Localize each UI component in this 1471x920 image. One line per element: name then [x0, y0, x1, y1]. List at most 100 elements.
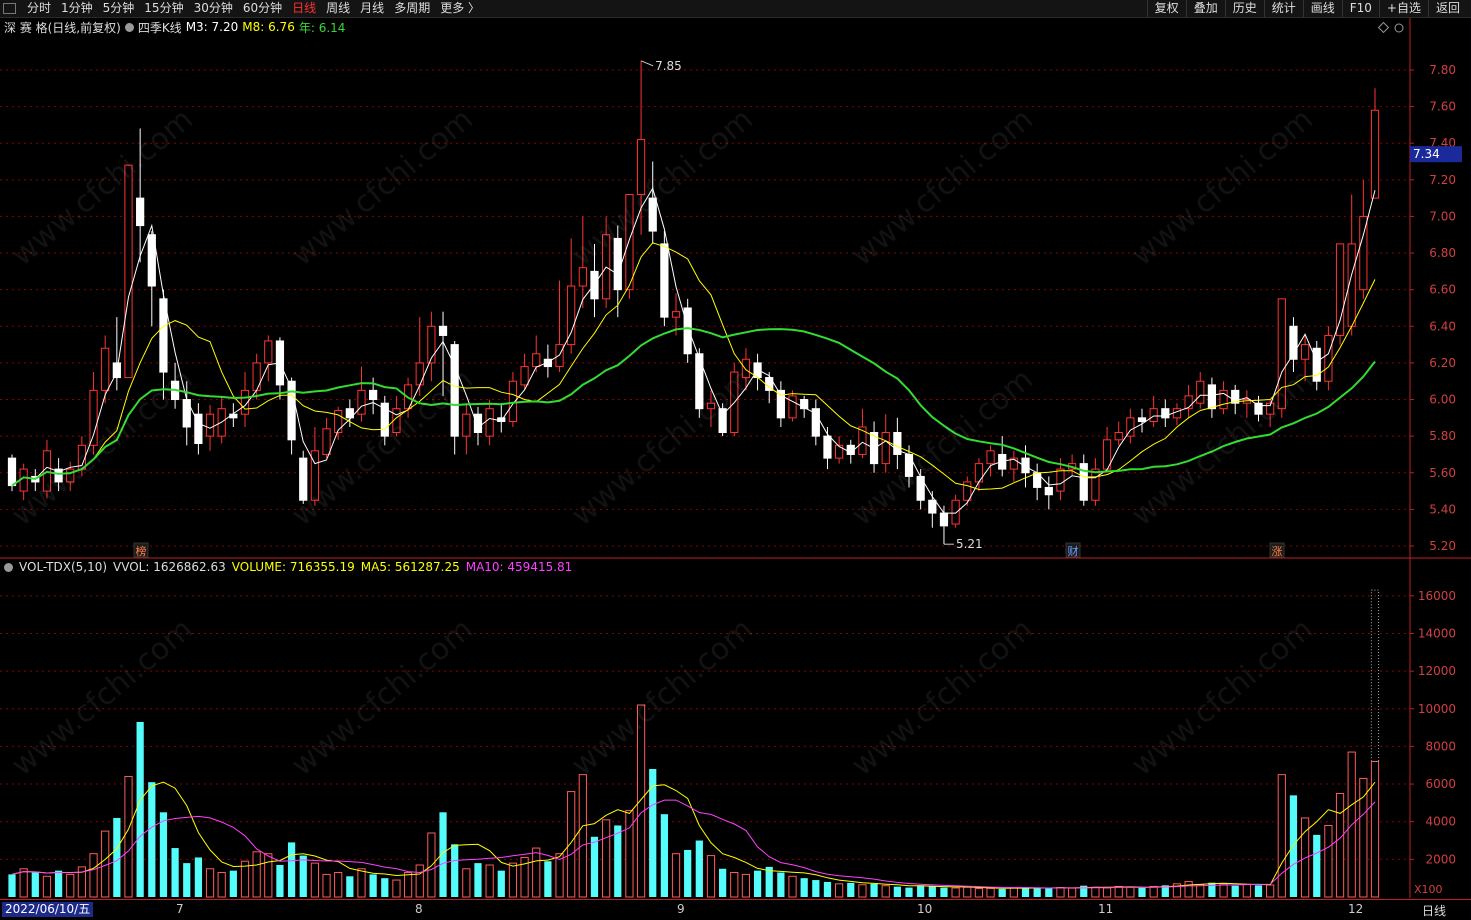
function-item-4[interactable]: 画线 [1302, 0, 1342, 17]
period-item-6[interactable]: 日线 [287, 0, 321, 17]
candle-body [567, 285, 576, 346]
candle-body [299, 457, 308, 501]
candle-body [590, 270, 599, 300]
indicator-options-icon[interactable] [124, 22, 134, 32]
volume-bar [357, 868, 366, 898]
candle-body [89, 389, 98, 446]
function-item-5[interactable]: F10 [1341, 0, 1379, 17]
candle-body [904, 453, 914, 477]
period-item-5[interactable]: 60分钟 [238, 0, 287, 17]
function-item-2[interactable]: 历史 [1224, 0, 1264, 17]
candle-body [124, 164, 133, 379]
volume-bar [660, 814, 668, 897]
candle-body [1300, 344, 1310, 360]
period-item-10[interactable]: 更多 〉 [435, 0, 485, 17]
candle-body [1184, 395, 1193, 410]
volume-bar [171, 848, 179, 897]
candle-body [648, 197, 657, 232]
candle-body [951, 499, 960, 525]
period-item-1[interactable]: 1分钟 [56, 0, 98, 17]
stock-title: 深 赛 格(日线,前复权) [4, 20, 121, 35]
volume-bar [217, 872, 226, 898]
month-label-10: 10 [917, 902, 933, 916]
volume-bar [719, 868, 727, 897]
period-item-0[interactable]: 分时 [22, 0, 56, 17]
candle-body [1172, 408, 1182, 419]
candle-body [101, 347, 110, 391]
price-tick-label: 5.40 [1429, 502, 1456, 516]
volume-bar [753, 870, 762, 897]
volume-bar [276, 865, 284, 897]
function-item-3[interactable]: 统计 [1263, 0, 1303, 17]
period-item-3[interactable]: 15分钟 [139, 0, 188, 17]
volume-bar [1370, 760, 1380, 898]
volume-bar [124, 776, 133, 898]
function-item-0[interactable]: 复权 [1146, 0, 1186, 17]
price-tick-label: 6.80 [1429, 246, 1456, 260]
volume-bar [252, 851, 261, 898]
candle-body [1324, 334, 1333, 382]
candle-body [1312, 347, 1321, 382]
volume-bar [835, 883, 844, 898]
volume-tick-label: 10000 [1418, 702, 1456, 716]
volume-tick-label: 14000 [1418, 626, 1456, 640]
period-item-2[interactable]: 5分钟 [98, 0, 140, 17]
volume-bar [136, 721, 144, 897]
volume-bar [812, 880, 820, 897]
price-tag-label: 7.34 [1413, 147, 1440, 161]
period-item-9[interactable]: 多周期 [389, 0, 435, 17]
candle-body [7, 457, 17, 487]
price-tick-label: 7.80 [1429, 63, 1456, 77]
function-item-6[interactable]: +自选 [1378, 0, 1428, 17]
m8-value: M8: 6.76 [242, 20, 295, 34]
volume-bar [19, 868, 28, 898]
period-item-7[interactable]: 周线 [321, 0, 355, 17]
price-tick-label: 5.20 [1429, 539, 1456, 553]
volume-indicator-name[interactable]: VOL-TDX(5,10) [19, 560, 107, 574]
projected-volume-bar [1370, 589, 1380, 762]
kline-chart[interactable]: 5.20 5.40 5.60 5.80 6.00 6.20 6.40 6.60 6.80 7.00… [0, 0, 1471, 919]
candle-body [986, 450, 995, 465]
volume-bar [1196, 884, 1205, 898]
candle-body [357, 389, 366, 415]
volume-bar [310, 862, 320, 898]
month-label-7: 7 [176, 902, 184, 916]
volume-bar [113, 817, 121, 897]
period-item-8[interactable]: 月线 [355, 0, 389, 17]
volume-bar [381, 878, 389, 897]
volume-tick-label: 6000 [1425, 777, 1456, 791]
candle-body [450, 344, 459, 437]
volume-bar [823, 881, 832, 897]
volume-bar [148, 782, 156, 897]
volume-bar [1266, 884, 1275, 898]
function-item-7[interactable]: 返回 [1427, 0, 1467, 17]
volume-options-icon[interactable] [4, 562, 13, 572]
volume-bar [322, 873, 331, 898]
volume-tick-label: 4000 [1425, 815, 1456, 829]
volume-bar [1138, 887, 1146, 897]
function-item-1[interactable]: 叠加 [1185, 0, 1225, 17]
high-pointer [640, 60, 654, 67]
candle-body [1114, 431, 1123, 441]
volume-ma5-line [11, 781, 1376, 889]
period-item-4[interactable]: 30分钟 [189, 0, 238, 17]
window-menu-icon[interactable] [3, 3, 16, 14]
volume-bar [1254, 885, 1263, 897]
candle-body [485, 408, 494, 437]
price-tick-label: 6.60 [1429, 283, 1456, 297]
volume-bar [451, 844, 459, 897]
ma10-value: MA10: 459415.81 [465, 560, 573, 574]
date-axis: 2022/06/10/五 日线 7 8 9 10 11 12 [0, 899, 1471, 920]
volume-bar [1277, 774, 1286, 898]
indicator-name[interactable]: 四季K线 [138, 19, 182, 36]
volume-bar [8, 874, 16, 897]
main-chart-info: 深 赛 格(日线,前复权) 四季K线 M3: 7.20 M8: 6.76 年: … [4, 19, 349, 35]
candle-body [741, 358, 751, 379]
month-label-9: 9 [677, 902, 685, 916]
volume-bar [567, 791, 576, 898]
volume-bar [1242, 883, 1251, 898]
volume-bar [1056, 887, 1065, 898]
volume-bar [590, 836, 599, 897]
month-label-11: 11 [1098, 902, 1114, 916]
candle-body [532, 353, 541, 368]
